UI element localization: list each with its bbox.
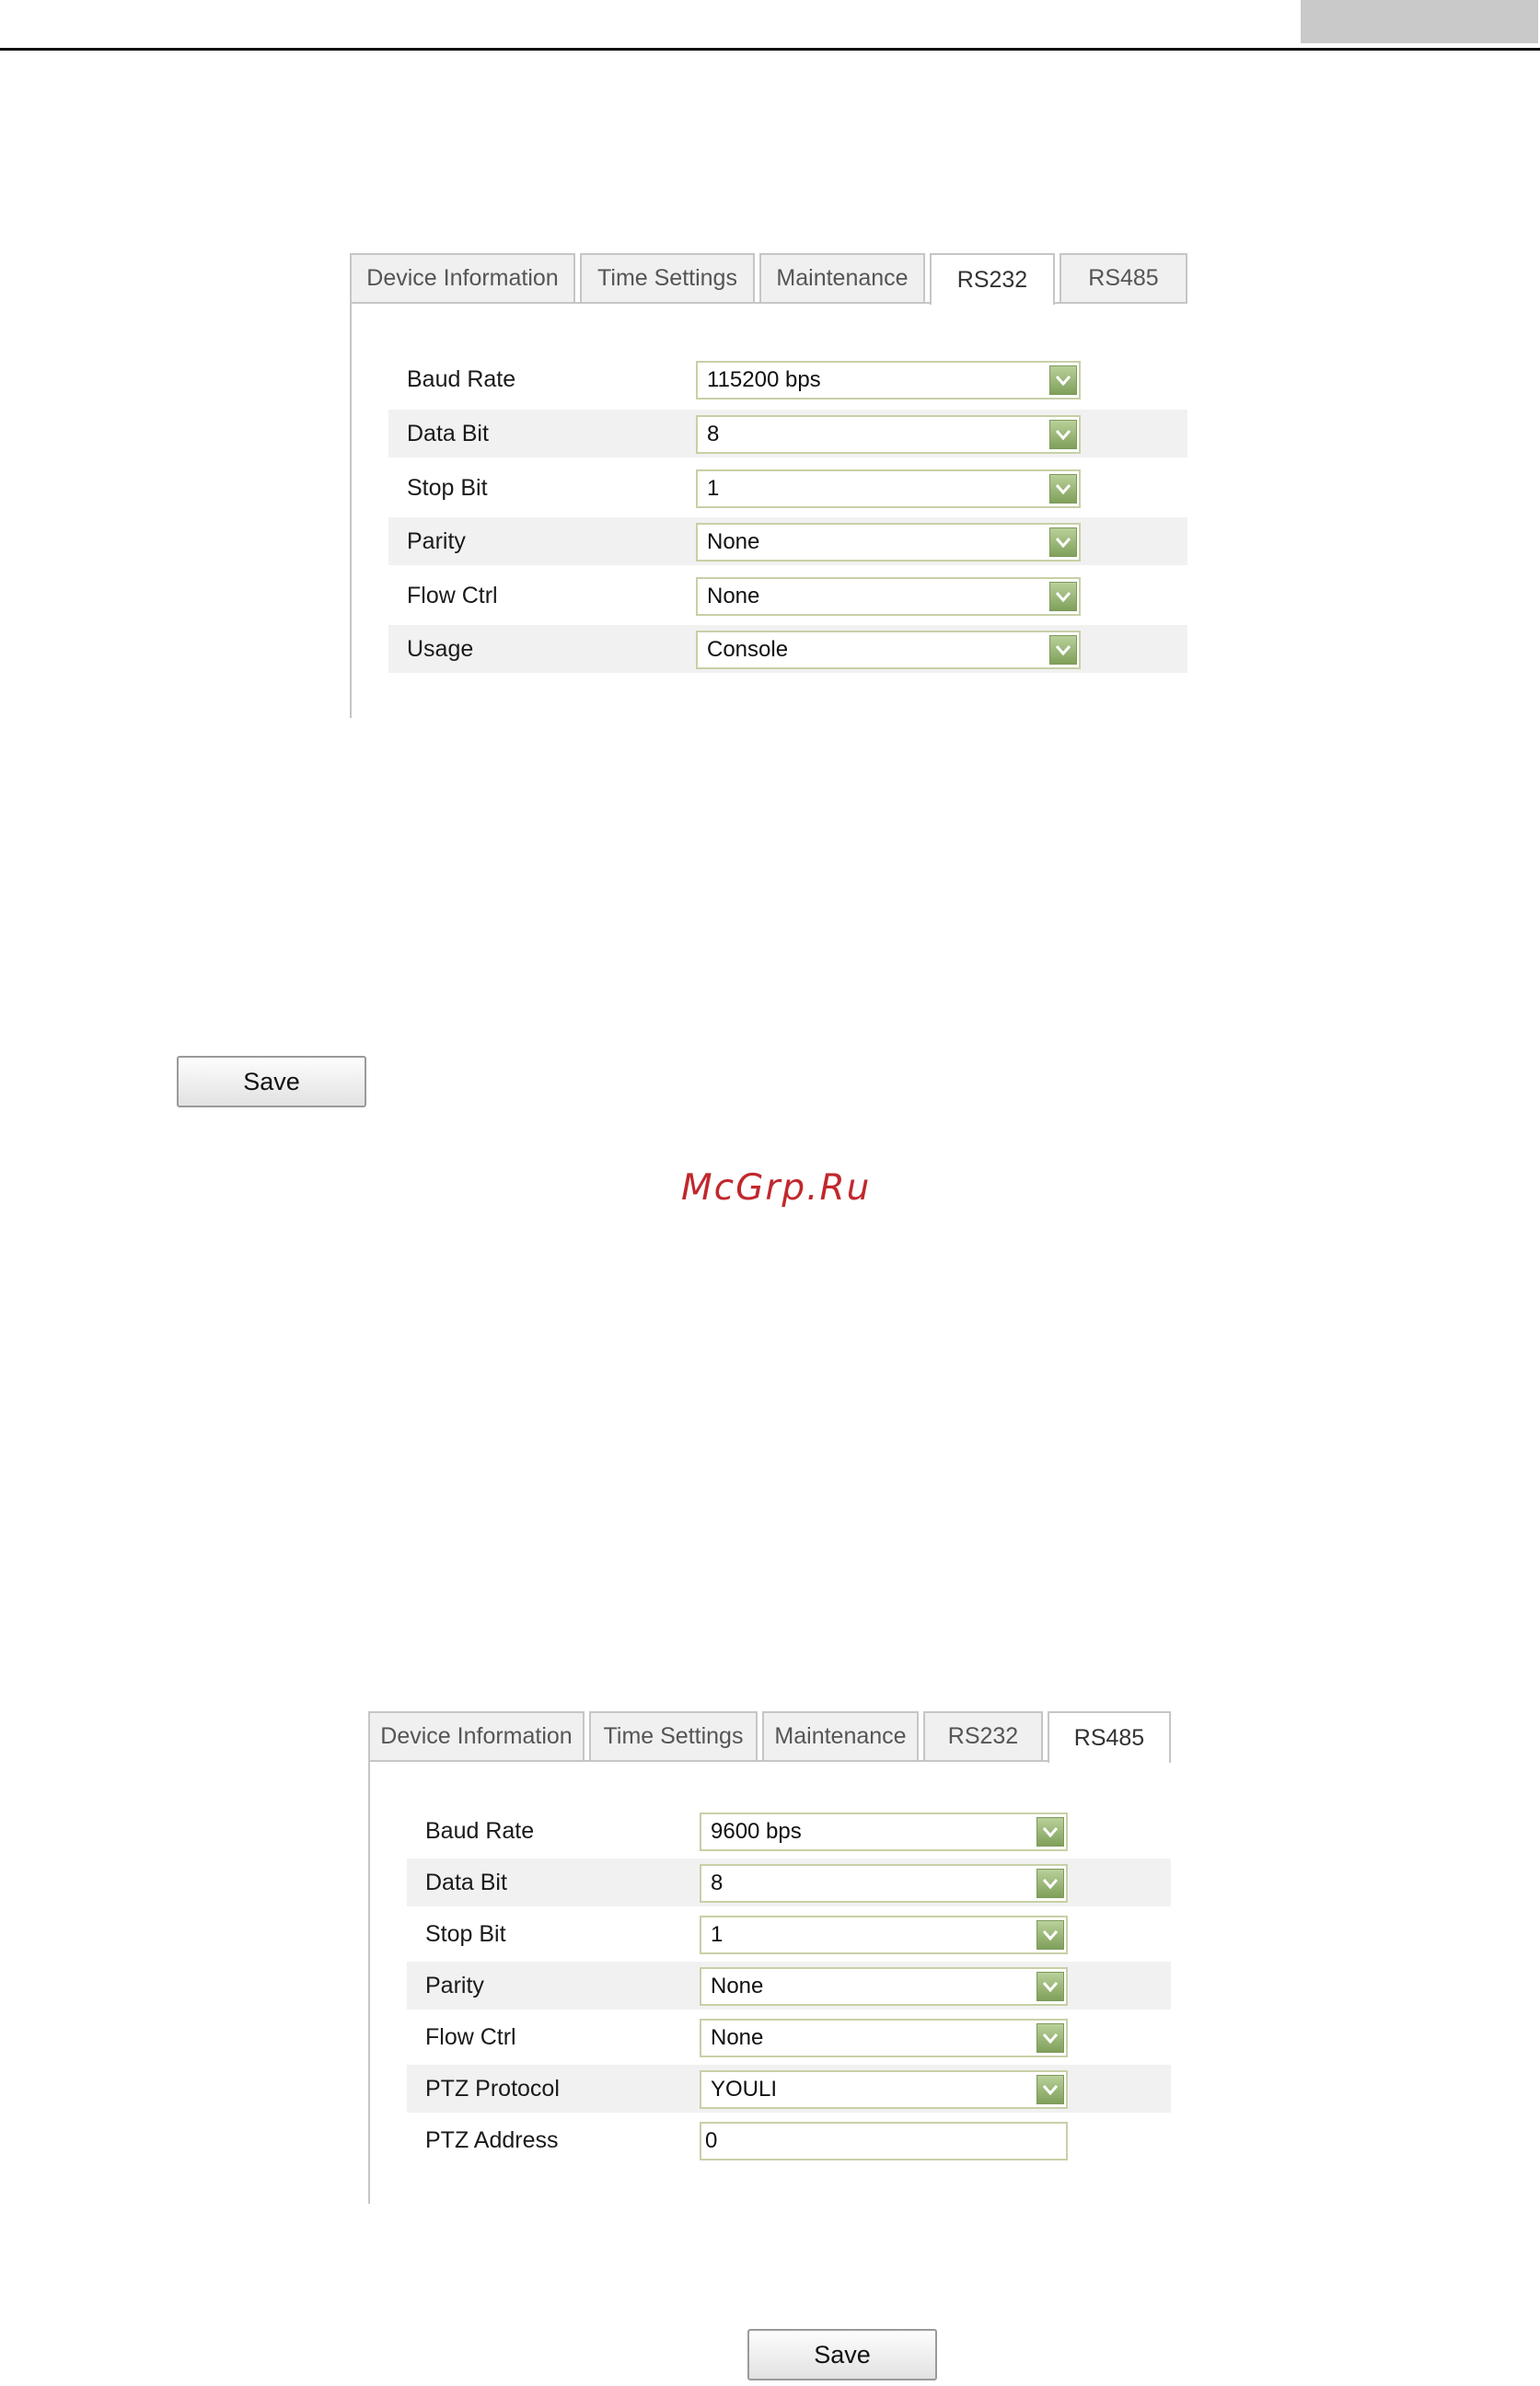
data-bit-label: Data Bit [425,1870,507,1895]
data-bit-value: 8 [711,1871,724,1895]
tab-maintenance[interactable]: Maintenance [759,253,925,302]
usage-value: Console [707,637,789,662]
data-bit-select[interactable]: 8 [700,1864,1068,1903]
chevron-down-icon[interactable] [1049,635,1077,665]
rs485-tab-bar: Device Information Time Settings Mainten… [368,1711,1171,1763]
flow-ctrl-row: Flow Ctrl None [407,2013,1171,2061]
chevron-down-icon[interactable] [1049,582,1077,611]
data-bit-select[interactable]: 8 [696,415,1081,454]
tab-rs485[interactable]: RS485 [1048,1711,1171,1763]
chevron-down-icon[interactable] [1036,1920,1064,1950]
baud-rate-value: 9600 bps [711,1819,802,1844]
flow-ctrl-select[interactable]: None [700,2019,1068,2057]
parity-select[interactable]: None [696,523,1081,562]
chevron-down-icon[interactable] [1036,2075,1064,2104]
chevron-down-icon[interactable] [1036,1869,1064,1898]
tab-device-information[interactable]: Device Information [350,253,575,302]
rs485-save-button[interactable]: Save [747,2329,937,2380]
parity-row: Parity None [407,1962,1171,2010]
rs232-tab-bar: Device Information Time Settings Mainten… [350,253,1187,305]
rs232-save-button[interactable]: Save [177,1056,366,1107]
parity-label: Parity [407,528,466,554]
stop-bit-select[interactable]: 1 [700,1916,1068,1954]
ptz-protocol-row: PTZ Protocol YOULI [407,2065,1171,2113]
chevron-down-icon[interactable] [1049,474,1077,504]
rs485-settings-panel: Device Information Time Settings Mainten… [368,1711,1171,2204]
watermark-text: McGrp.Ru [681,1167,872,1209]
flow-ctrl-select[interactable]: None [696,577,1081,616]
stop-bit-value: 1 [707,476,720,501]
header-rule [0,48,1540,51]
baud-rate-select[interactable]: 9600 bps [700,1813,1068,1851]
panel-left-border [350,302,352,718]
parity-value: None [707,529,760,554]
ptz-protocol-value: YOULI [711,2077,778,2102]
rs232-settings-panel: Device Information Time Settings Mainten… [350,253,1187,718]
stop-bit-row: Stop Bit 1 [407,1910,1171,1958]
tab-rs232[interactable]: RS232 [923,1711,1043,1760]
parity-select[interactable]: None [700,1967,1068,2006]
stop-bit-label: Stop Bit [425,1921,506,1947]
chevron-down-icon[interactable] [1036,1817,1064,1847]
chevron-down-icon[interactable] [1036,2023,1064,2053]
usage-label: Usage [407,636,474,662]
baud-rate-label: Baud Rate [425,1818,535,1844]
flow-ctrl-label: Flow Ctrl [425,2024,516,2050]
stop-bit-row: Stop Bit 1 [388,464,1187,512]
parity-row: Parity None [388,517,1187,565]
chevron-down-icon[interactable] [1049,420,1077,449]
ptz-protocol-label: PTZ Protocol [425,2076,560,2102]
panel-left-border [368,1760,370,2204]
header-tab-block [1301,0,1538,43]
data-bit-value: 8 [707,422,720,446]
stop-bit-select[interactable]: 1 [696,469,1081,508]
ptz-address-value: 0 [705,2128,718,2153]
tab-rs485[interactable]: RS485 [1059,253,1187,302]
parity-label: Parity [425,1973,484,1998]
chevron-down-icon[interactable] [1049,527,1077,557]
ptz-address-label: PTZ Address [425,2127,559,2153]
data-bit-row: Data Bit 8 [407,1859,1171,1906]
flow-ctrl-value: None [707,584,760,608]
ptz-address-row: PTZ Address 0 [407,2116,1171,2164]
usage-row: Usage Console [388,625,1187,673]
baud-rate-row: Baud Rate 115200 bps [388,355,1187,403]
baud-rate-select[interactable]: 115200 bps [696,361,1081,400]
stop-bit-value: 1 [711,1922,724,1947]
flow-ctrl-row: Flow Ctrl None [388,572,1187,620]
flow-ctrl-value: None [711,2025,764,2050]
flow-ctrl-label: Flow Ctrl [407,583,498,608]
tab-rs232[interactable]: RS232 [930,253,1055,305]
ptz-address-input[interactable]: 0 [700,2122,1068,2160]
data-bit-row: Data Bit 8 [388,410,1187,458]
chevron-down-icon[interactable] [1049,365,1077,395]
tab-device-information[interactable]: Device Information [368,1711,585,1760]
baud-rate-label: Baud Rate [407,366,516,392]
parity-value: None [711,1974,764,1998]
baud-rate-row: Baud Rate 9600 bps [407,1807,1171,1855]
tab-maintenance[interactable]: Maintenance [762,1711,919,1760]
data-bit-label: Data Bit [407,421,489,446]
ptz-protocol-select[interactable]: YOULI [700,2070,1068,2109]
tab-divider-line [350,302,1187,304]
tab-time-settings[interactable]: Time Settings [580,253,755,302]
chevron-down-icon[interactable] [1036,1972,1064,2001]
stop-bit-label: Stop Bit [407,475,488,501]
usage-select[interactable]: Console [696,631,1081,669]
tab-time-settings[interactable]: Time Settings [589,1711,758,1760]
baud-rate-value: 115200 bps [707,367,821,392]
